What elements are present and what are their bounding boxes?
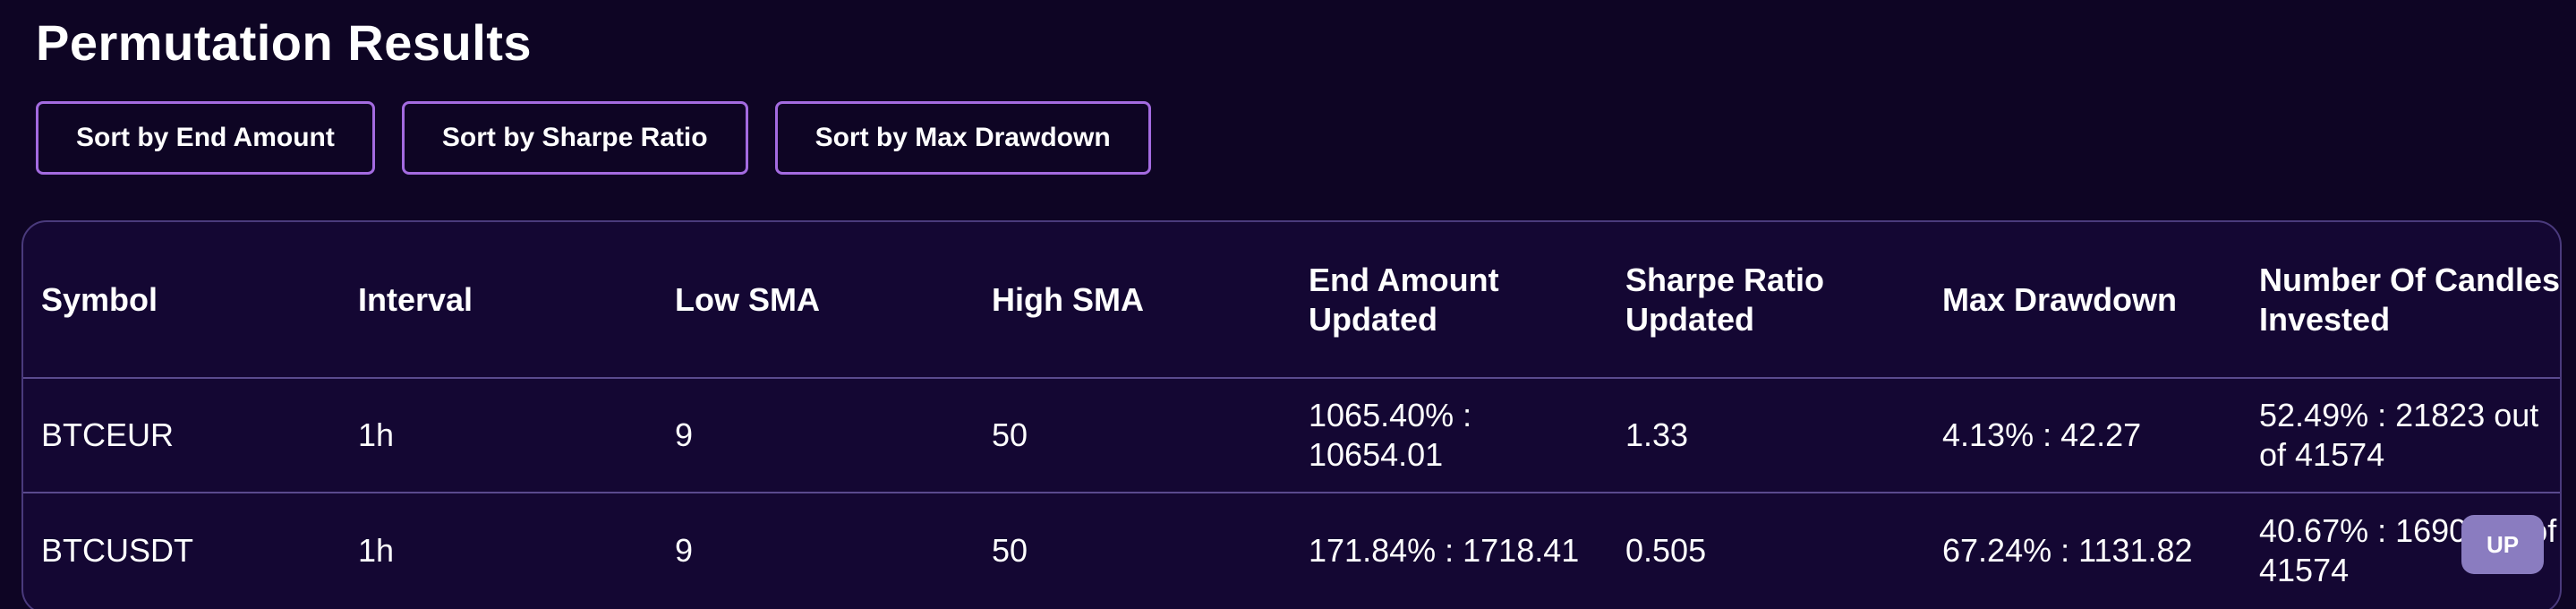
cell-symbol: BTCEUR (41, 416, 175, 453)
cell-candles-invested: 52.49% : 21823 out of 41574 (2259, 397, 2539, 473)
column-header-sharpe-ratio[interactable]: Sharpe Ratio Updated (1608, 222, 1924, 378)
column-header-end-amount[interactable]: End Amount Updated (1291, 222, 1608, 378)
column-header-high-sma[interactable]: High SMA (974, 222, 1291, 378)
results-table: Symbol Interval Low SMA High SMA End Amo… (23, 222, 2560, 607)
column-header-interval[interactable]: Interval (340, 222, 657, 378)
cell-high-sma: 50 (992, 531, 1028, 569)
results-table-container: Symbol Interval Low SMA High SMA End Amo… (21, 220, 2562, 609)
table-row: BTCEUR 1h 9 50 1065.40% : 10654.01 1.33 … (23, 378, 2560, 493)
scroll-up-button[interactable]: UP (2461, 515, 2544, 574)
sort-by-max-drawdown-button[interactable]: Sort by Max Drawdown (774, 101, 1151, 175)
sort-button-bar: Sort by End Amount Sort by Sharpe Ratio … (36, 101, 1151, 175)
column-header-low-sma[interactable]: Low SMA (657, 222, 974, 378)
sort-by-end-amount-button[interactable]: Sort by End Amount (36, 101, 375, 175)
cell-interval: 1h (358, 531, 395, 569)
cell-max-drawdown: 4.13% : 42.27 (1942, 416, 2142, 453)
cell-sharpe-ratio: 0.505 (1625, 531, 1707, 569)
cell-high-sma: 50 (992, 416, 1028, 453)
sort-by-sharpe-ratio-button[interactable]: Sort by Sharpe Ratio (401, 101, 748, 175)
cell-low-sma: 9 (675, 416, 694, 453)
cell-interval: 1h (358, 416, 395, 453)
table-header-row: Symbol Interval Low SMA High SMA End Amo… (23, 222, 2560, 378)
table-row: BTCUSDT 1h 9 50 171.84% : 1718.41 0.505 … (23, 493, 2560, 607)
cell-low-sma: 9 (675, 531, 694, 569)
cell-end-amount: 1065.40% : 10654.01 (1309, 397, 1472, 473)
column-header-max-drawdown[interactable]: Max Drawdown (1924, 222, 2241, 378)
cell-symbol: BTCUSDT (41, 531, 193, 569)
column-header-symbol[interactable]: Symbol (23, 222, 340, 378)
page-title: Permutation Results (36, 14, 533, 71)
column-header-candles-invested[interactable]: Number Of Candles Invested (2241, 222, 2560, 378)
cell-max-drawdown: 67.24% : 1131.82 (1942, 531, 2193, 569)
cell-end-amount: 171.84% : 1718.41 (1309, 531, 1580, 569)
cell-sharpe-ratio: 1.33 (1625, 416, 1689, 453)
